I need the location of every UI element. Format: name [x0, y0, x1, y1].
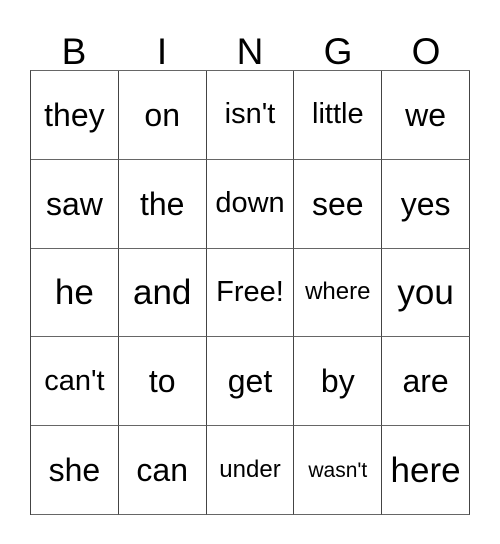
bingo-cell-word: isn't: [224, 98, 276, 131]
bingo-cell-word: here: [390, 450, 461, 490]
bingo-cell-word: saw: [45, 185, 103, 222]
bingo-cell[interactable]: where: [294, 248, 383, 338]
bingo-header-letter: I: [156, 31, 168, 72]
bingo-cell[interactable]: you: [382, 248, 470, 338]
bingo-cell[interactable]: the: [118, 159, 207, 249]
bingo-cell-word: little: [312, 98, 364, 131]
bingo-cell[interactable]: little: [294, 71, 383, 160]
bingo-cell[interactable]: to: [118, 337, 207, 427]
bingo-cell[interactable]: here: [382, 426, 470, 515]
bingo-header-cell-b: B: [30, 16, 118, 70]
bingo-cell-word: on: [144, 96, 180, 133]
bingo-cell-word: you: [397, 272, 454, 312]
bingo-cell[interactable]: isn't: [206, 71, 295, 160]
bingo-cell-word: wasn't: [308, 458, 368, 482]
bingo-cell-word: see: [311, 185, 364, 222]
bingo-cell[interactable]: down: [206, 159, 295, 249]
bingo-cell-word: are: [402, 363, 449, 400]
bingo-cell-word: he: [54, 272, 94, 312]
bingo-cell[interactable]: we: [382, 71, 470, 160]
bingo-cell-word: yes: [400, 185, 451, 222]
bingo-cell-word: where: [305, 278, 371, 306]
bingo-header-cell-g: G: [294, 16, 382, 70]
bingo-card: B I N G O they on isn't little we saw th…: [0, 0, 500, 544]
bingo-header-letter: O: [411, 31, 441, 72]
bingo-header-cell-i: I: [118, 16, 206, 70]
bingo-cell-word: by: [320, 363, 355, 400]
bingo-cell[interactable]: see: [294, 159, 383, 249]
bingo-cell[interactable]: by: [294, 337, 383, 427]
bingo-cell-word: can't: [44, 364, 105, 397]
bingo-cell-word: get: [227, 363, 273, 400]
bingo-cell[interactable]: can't: [31, 337, 119, 427]
bingo-header-cell-n: N: [206, 16, 294, 70]
bingo-cell[interactable]: can: [118, 426, 207, 515]
bingo-header-cell-o: O: [382, 16, 470, 70]
bingo-cell-word: down: [215, 187, 285, 220]
bingo-cell[interactable]: on: [118, 71, 207, 160]
bingo-cell[interactable]: she: [31, 426, 119, 515]
bingo-cell[interactable]: get: [206, 337, 295, 427]
bingo-cell-word: to: [148, 363, 176, 400]
bingo-cell-word: can: [136, 452, 188, 489]
bingo-cell[interactable]: they: [31, 71, 119, 160]
bingo-cell-word: we: [405, 96, 447, 133]
bingo-cell-word: Free!: [216, 275, 284, 308]
bingo-grid: they on isn't little we saw the down see…: [30, 70, 470, 515]
bingo-row: she can under wasn't here: [31, 426, 470, 515]
bingo-cell[interactable]: he: [31, 248, 119, 338]
bingo-cell-free[interactable]: Free!: [206, 248, 295, 338]
bingo-cell-word: they: [44, 96, 105, 133]
bingo-row: they on isn't little we: [31, 71, 470, 160]
bingo-cell-word: the: [139, 185, 185, 222]
bingo-row: can't to get by are: [31, 337, 470, 427]
bingo-cell[interactable]: under: [206, 426, 295, 515]
bingo-header-letter: G: [323, 31, 353, 72]
bingo-cell[interactable]: and: [118, 248, 207, 338]
bingo-row: saw the down see yes: [31, 159, 470, 249]
bingo-header-row: B I N G O: [30, 16, 470, 70]
bingo-cell[interactable]: saw: [31, 159, 119, 249]
bingo-row: he and Free! where you: [31, 248, 470, 338]
bingo-cell[interactable]: are: [382, 337, 470, 427]
bingo-cell-word: and: [132, 272, 192, 312]
bingo-header-letter: B: [61, 31, 87, 72]
bingo-header-letter: N: [236, 31, 264, 72]
bingo-cell[interactable]: yes: [382, 159, 470, 249]
bingo-cell-word: under: [219, 456, 281, 484]
bingo-cell[interactable]: wasn't: [294, 426, 383, 515]
bingo-cell-word: she: [48, 452, 101, 489]
